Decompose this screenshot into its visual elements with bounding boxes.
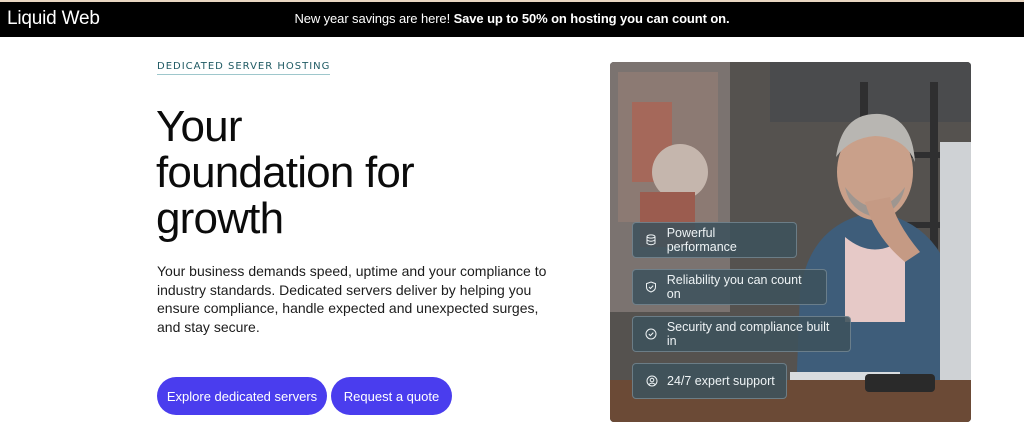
check-circle-icon [645,328,658,341]
headline-line-2: foundation for [156,148,415,197]
section-eyebrow: DEDICATED SERVER HOSTING [157,61,331,75]
headline-line-3: growth [156,194,284,243]
page-title: Your foundation for growth [156,104,536,242]
feature-label: Security and compliance built in [666,320,830,348]
headline-line-1: Your [156,102,243,151]
promo-text: New year savings are here! [294,11,454,26]
shield-icon [645,281,658,294]
feature-chip-support: 24/7 expert support [632,363,787,399]
database-icon [645,234,658,247]
promo-highlight: Save up to 50% on hosting you can count … [453,11,730,26]
feature-label: Powerful performance [666,226,737,254]
feature-chip-performance: Powerful performance [632,222,797,258]
feature-label: Reliability you can count on [666,273,802,301]
request-quote-button[interactable]: Request a quote [331,377,452,415]
promo-banner: Liquid Web New year savings are here! Sa… [0,0,1024,37]
hero-description: Your business demands speed, uptime and … [157,263,547,335]
feature-label: 24/7 expert support [667,374,775,388]
user-circle-icon [645,375,658,388]
feature-chip-security: Security and compliance built in [632,316,851,352]
feature-chip-reliability: Reliability you can count on [632,269,827,305]
promo-message[interactable]: New year savings are here! Save up to 50… [0,11,1024,26]
explore-dedicated-servers-button[interactable]: Explore dedicated servers [157,377,327,415]
